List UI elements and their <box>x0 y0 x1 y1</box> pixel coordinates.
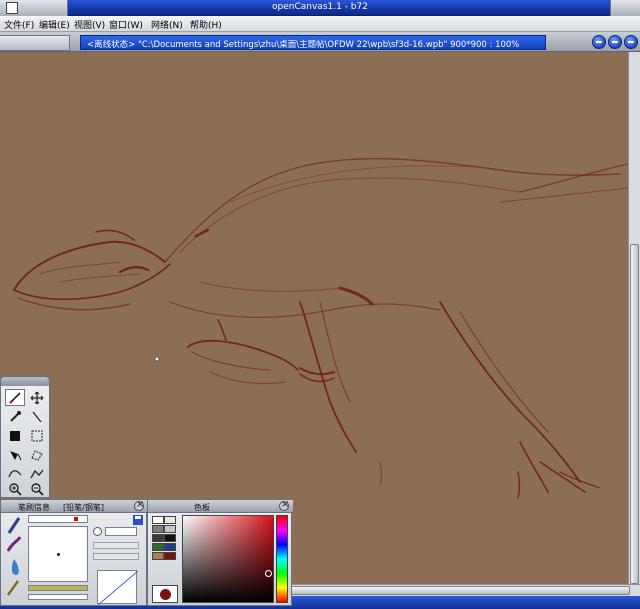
tool-panel <box>0 376 50 498</box>
brush-param-slider-2[interactable] <box>93 553 139 560</box>
color-swatch[interactable] <box>152 534 164 542</box>
vertical-scrollbar[interactable] <box>628 52 640 584</box>
horizontal-scroll-thumb[interactable] <box>290 586 630 595</box>
color-swatch[interactable] <box>164 543 176 551</box>
horizontal-scrollbar[interactable] <box>290 584 640 596</box>
app-title-cap-right <box>610 0 640 16</box>
fill-rect-tool-icon[interactable] <box>5 427 25 444</box>
document-title: <离线状态> "C:\Documents and Settings\zhu\桌面… <box>80 35 546 50</box>
brush-panel-header: 笔刷信息 [铅笔/钢笔] <box>1 499 148 513</box>
bucket-tool-icon[interactable] <box>5 446 25 463</box>
color-swatch[interactable] <box>164 525 176 533</box>
menu-network[interactable]: 网络(N) <box>151 18 183 31</box>
brush-param-slider-1[interactable] <box>93 542 139 549</box>
color-swatch[interactable] <box>152 525 164 533</box>
save-brush-icon[interactable] <box>132 515 144 525</box>
color-panel-close-icon[interactable] <box>279 499 289 511</box>
minimize-button[interactable] <box>592 35 606 49</box>
brush-shape-selector[interactable] <box>105 527 137 536</box>
brush-preview <box>28 526 88 582</box>
pencil-pen-tab[interactable]: [铅笔/钢笔] <box>63 502 104 513</box>
color-swatch[interactable] <box>152 552 164 560</box>
color-swatch[interactable] <box>152 516 164 524</box>
brush-option-radio[interactable] <box>93 527 102 536</box>
menu-help[interactable]: 帮助(H) <box>190 18 222 31</box>
color-swatch[interactable] <box>164 534 176 542</box>
menubar: 文件(F) 编辑(E) 视图(V) 窗口(W) 网络(N) 帮助(H) <box>0 16 640 32</box>
line-tool-icon[interactable] <box>27 408 47 425</box>
brush-panel-close-icon[interactable] <box>134 499 144 511</box>
app-title-bar: openCanvas1.1 - b72 <box>0 0 640 16</box>
current-color-well[interactable] <box>152 585 178 603</box>
brush-opacity-slider[interactable] <box>28 585 88 591</box>
brush-size-slider[interactable] <box>28 515 88 523</box>
lasso-tool-icon[interactable] <box>27 446 47 463</box>
zoom-in-tool-icon[interactable] <box>5 480 25 497</box>
saturation-value-picker[interactable] <box>182 515 274 603</box>
hue-slider[interactable] <box>276 515 288 603</box>
color-swatch[interactable] <box>164 552 176 560</box>
close-button[interactable] <box>624 35 638 49</box>
zoom-out-tool-icon[interactable] <box>27 480 47 497</box>
restore-button[interactable] <box>608 35 622 49</box>
select-rect-tool-icon[interactable] <box>27 427 47 444</box>
color-swatch[interactable] <box>164 516 176 524</box>
brush-type-list <box>4 515 24 603</box>
menu-edit[interactable]: 编辑(E) <box>39 18 70 31</box>
menu-window[interactable]: 窗口(W) <box>109 18 143 31</box>
color-panel-header: 色板 <box>148 499 293 513</box>
tool-panel-grip[interactable] <box>1 377 49 386</box>
app-title: openCanvas1.1 - b72 <box>272 2 368 12</box>
brush-info-tab[interactable]: 笔刷信息 <box>18 502 50 513</box>
document-strip: <离线状态> "C:\Documents and Settings\zhu\桌面… <box>0 32 640 52</box>
color-panel: 色板 <box>147 499 293 606</box>
pressure-curve-graph[interactable] <box>97 570 139 606</box>
brush-density-slider[interactable] <box>28 594 88 600</box>
vertical-scroll-thumb[interactable] <box>630 244 639 584</box>
move-tool-icon[interactable] <box>27 389 47 406</box>
menu-file[interactable]: 文件(F) <box>4 18 34 31</box>
color-panel-title: 色板 <box>194 503 210 512</box>
color-swatch[interactable] <box>152 543 164 551</box>
menu-view[interactable]: 视图(V) <box>74 18 105 31</box>
brush-panel: 笔刷信息 [铅笔/钢笔] <box>0 499 148 606</box>
eyedropper-tool-icon[interactable] <box>5 408 25 425</box>
document-tab[interactable] <box>0 35 70 51</box>
pen-tool-icon[interactable] <box>5 389 25 406</box>
